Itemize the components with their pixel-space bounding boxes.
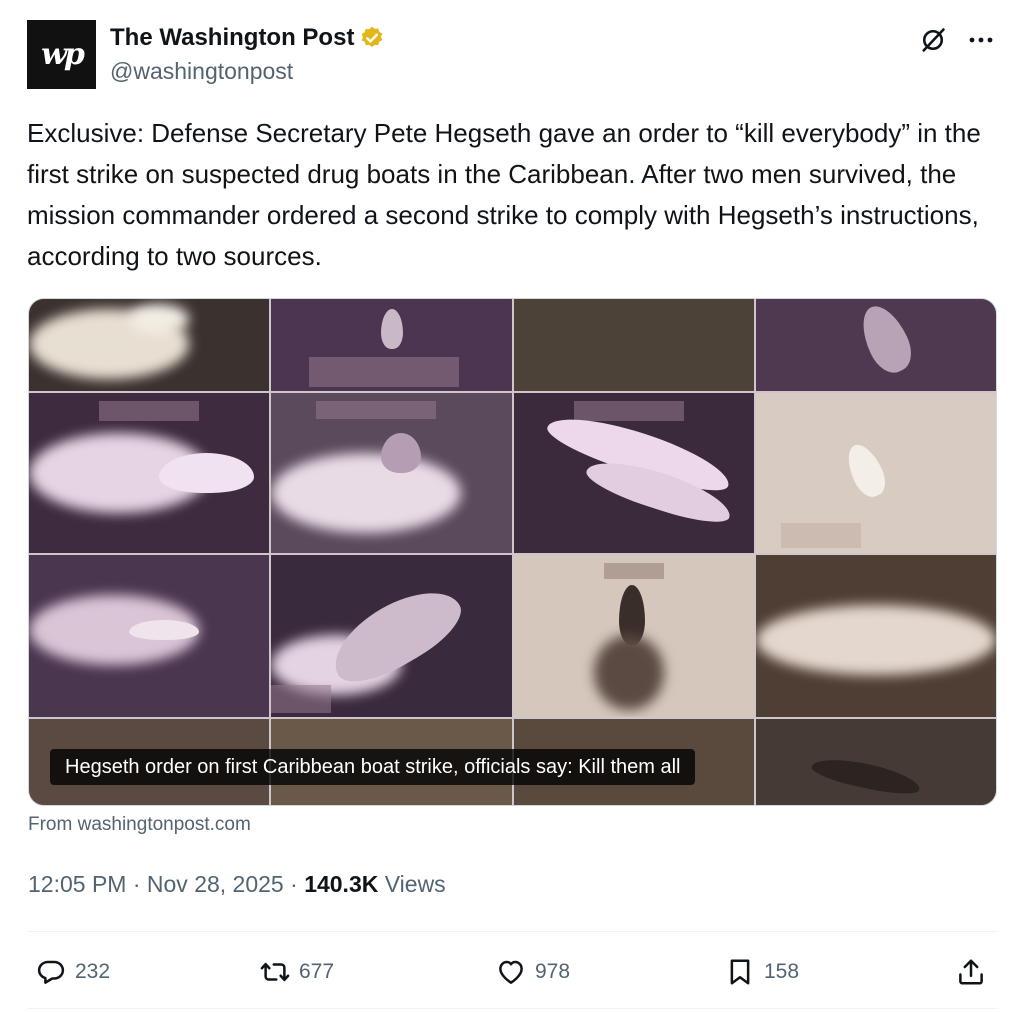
image-grid (29, 299, 996, 805)
handle[interactable]: @washingtonpost (110, 58, 293, 85)
repost-count: 677 (299, 960, 335, 983)
like-count: 978 (535, 960, 571, 983)
share-button[interactable] (956, 950, 995, 994)
image-tile (755, 393, 996, 553)
separator: · (283, 871, 305, 897)
views-count: 140.3K (304, 871, 379, 897)
card-caption: Hegseth order on first Caribbean boat st… (50, 749, 696, 785)
repost-button[interactable]: 677 (260, 950, 334, 994)
separator: · (126, 871, 147, 897)
divider (28, 931, 997, 932)
image-tile (755, 555, 996, 717)
like-icon (499, 960, 523, 984)
card-source[interactable]: From washingtonpost.com (28, 814, 251, 836)
image-tile (29, 555, 270, 717)
grok-icon[interactable] (919, 26, 947, 54)
like-button[interactable]: 978 (496, 950, 570, 994)
bookmark-icon (730, 959, 750, 985)
image-tile (513, 393, 754, 553)
image-tile (755, 299, 996, 391)
avatar[interactable]: wp (27, 20, 96, 89)
name-row: The Washington Post (110, 24, 385, 52)
share-icon (959, 959, 983, 985)
image-tile (513, 299, 754, 391)
tweet-date[interactable]: Nov 28, 2025 (147, 871, 284, 897)
tweet-time[interactable]: 12:05 PM (28, 871, 126, 897)
image-tile (513, 555, 754, 717)
reply-button[interactable]: 232 (36, 950, 110, 994)
image-tile (271, 555, 512, 717)
divider (28, 1008, 997, 1009)
tweet-meta: 12:05 PM · Nov 28, 2025 · 140.3K Views (28, 871, 446, 898)
bookmark-button[interactable]: 158 (725, 950, 799, 994)
image-tile (29, 393, 270, 553)
tweet-header: wp The Washington Post @washingtonpost (27, 20, 997, 90)
image-tile (755, 719, 996, 805)
image-tile (29, 299, 270, 391)
display-name[interactable]: The Washington Post (110, 24, 354, 52)
reply-icon (37, 960, 65, 984)
views-label: Views (384, 871, 446, 897)
repost-icon (260, 962, 290, 982)
image-tile (271, 393, 512, 553)
image-tile (271, 299, 512, 391)
verified-badge-icon[interactable] (359, 25, 385, 51)
tweet-text: Exclusive: Defense Secretary Pete Hegset… (27, 118, 981, 271)
action-bar: 232 677 978 158 (28, 950, 997, 994)
link-card-image[interactable]: Hegseth order on first Caribbean boat st… (28, 298, 997, 806)
reply-count: 232 (75, 960, 111, 983)
bookmark-count: 158 (764, 960, 800, 983)
more-icon[interactable] (967, 30, 995, 50)
